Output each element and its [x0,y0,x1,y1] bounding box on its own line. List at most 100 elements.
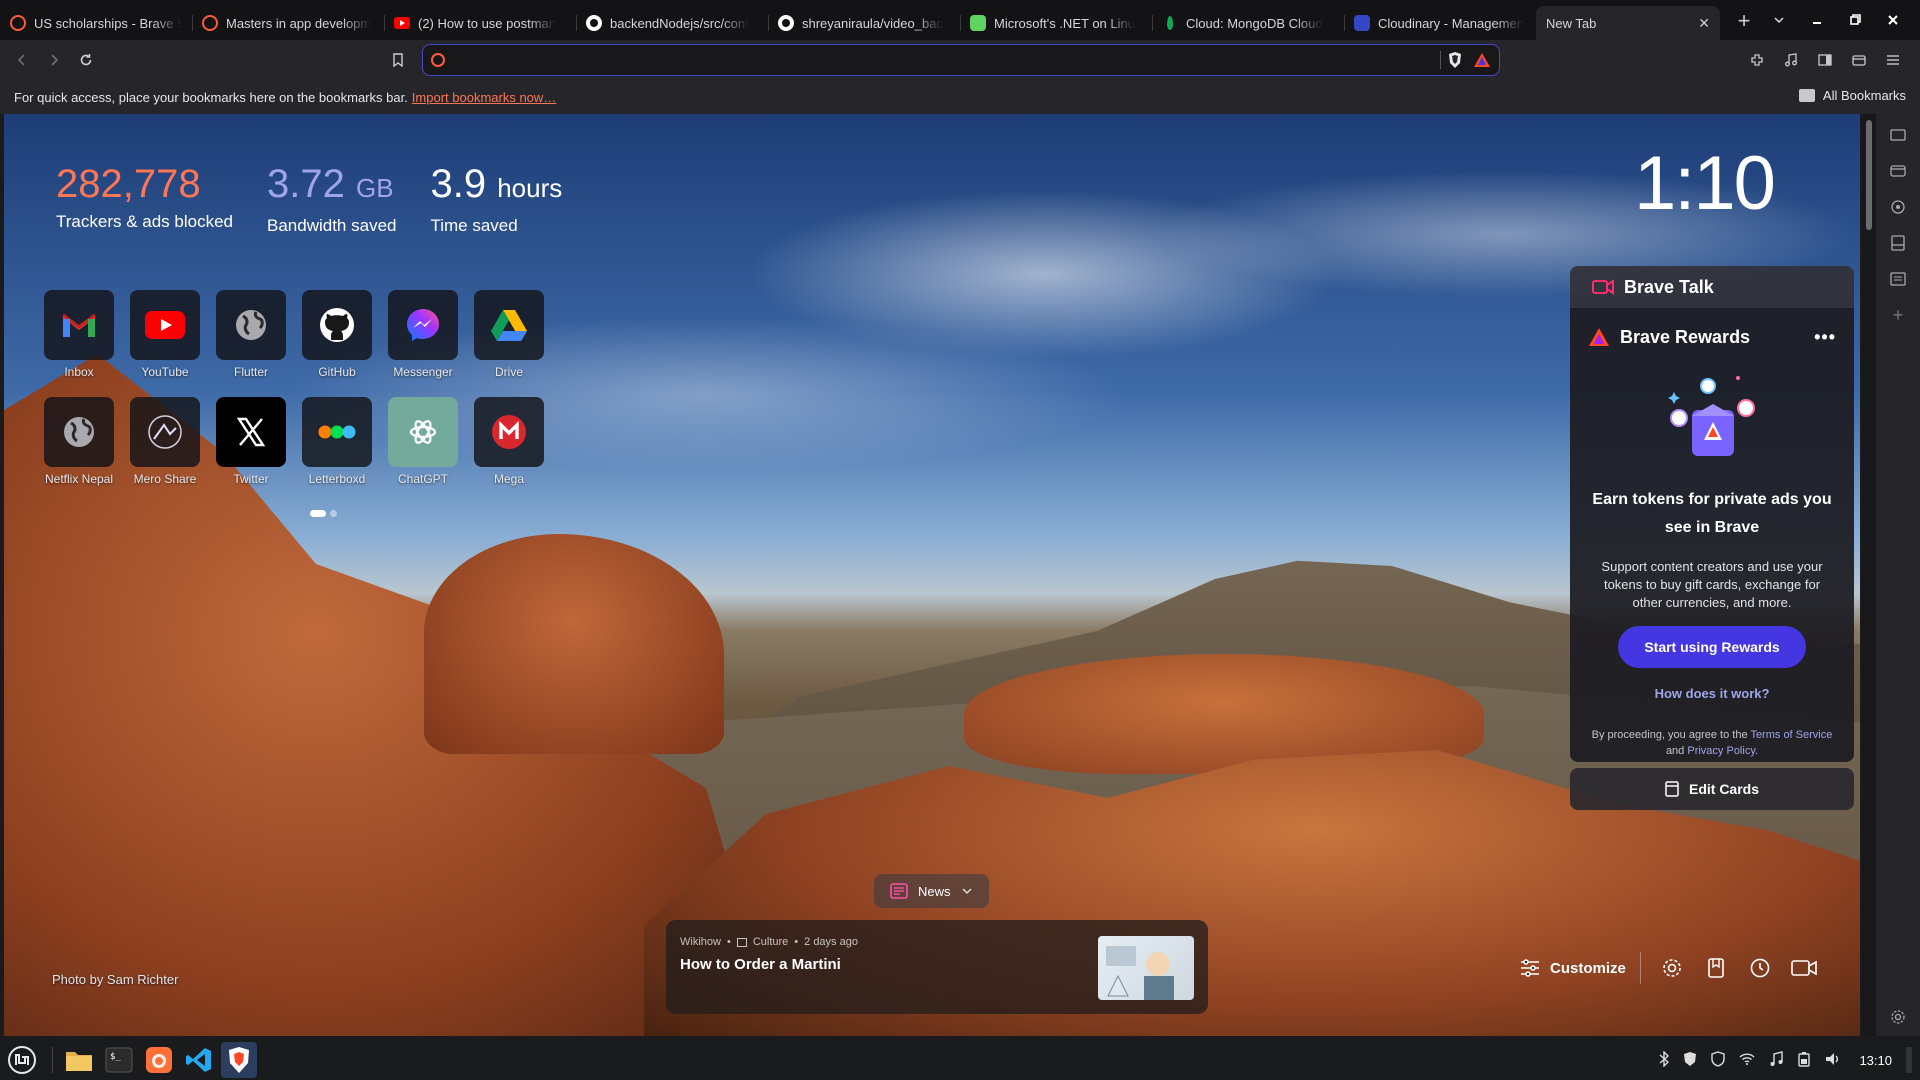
brave-search-icon [10,15,26,31]
top-site-mero-share[interactable]: Mero Share [130,397,200,486]
brave-talk-sidebar-icon[interactable] [1885,122,1911,148]
show-desktop-button[interactable] [1906,1047,1912,1073]
menu-icon[interactable] [1878,44,1908,76]
close-window-button[interactable] [1876,3,1910,37]
history-icon[interactable] [1747,955,1773,981]
photo-credit[interactable]: Photo by Sam Richter [52,972,178,987]
bookmark-page-button[interactable] [384,46,412,74]
battery-icon[interactable] [1797,1051,1811,1070]
import-bookmarks-link[interactable]: Import bookmarks now… [412,90,557,105]
time-unit: hours [497,173,563,203]
bluetooth-icon[interactable] [1659,1049,1670,1070]
firefox-icon[interactable] [141,1042,177,1078]
system-clock[interactable]: 13:10 [1859,1053,1892,1068]
top-site-chatgpt[interactable]: ChatGPT [388,397,458,486]
sidebar-toggle-icon[interactable] [1810,44,1840,76]
address-input[interactable] [445,52,1434,68]
time-label: Time saved [430,216,518,235]
os-taskbar: $_ 13:10 [0,1040,1920,1080]
tab-6[interactable]: Microsoft's .NET on Linu [960,6,1152,40]
files-icon[interactable] [61,1042,97,1078]
brave-talk-card[interactable]: Brave Talk [1570,266,1854,308]
brave-shields-icon[interactable] [1447,51,1463,69]
tab-list: US scholarships - Brave S Masters in app… [0,0,1720,40]
sidebar-settings-icon[interactable] [1885,1004,1911,1030]
bookmarks-sidebar-icon[interactable] [1885,230,1911,256]
top-site-flutter[interactable]: Flutter [216,290,286,379]
top-site-netflix-nepal[interactable]: Netflix Nepal [44,397,114,486]
brave-icon[interactable] [221,1042,257,1078]
all-bookmarks-button[interactable]: All Bookmarks [1798,88,1906,103]
terms-link[interactable]: Terms of Service [1750,729,1832,741]
vscode-icon[interactable] [181,1042,217,1078]
how-it-works-link[interactable]: How does it work? [1588,686,1836,701]
forward-button[interactable] [40,46,68,74]
tab-5[interactable]: shreyaniraula/video_bac [768,6,960,40]
wallet-icon[interactable] [1844,44,1874,76]
speaker-icon[interactable] [1825,1052,1841,1069]
news-label: News [918,883,951,899]
shield-icon[interactable] [1711,1050,1726,1070]
tab-7[interactable]: Cloud: MongoDB Cloud [1152,6,1344,40]
page-scrollbar[interactable] [1862,114,1876,1036]
reload-button[interactable] [72,46,100,74]
restore-button[interactable] [1838,3,1872,37]
x-icon [236,417,266,447]
top-site-drive[interactable]: Drive [474,290,544,379]
mint-menu-icon[interactable] [4,1042,40,1078]
close-icon[interactable]: ✕ [1698,15,1710,32]
top-site-inbox[interactable]: Inbox [44,290,114,379]
news-article-card[interactable]: Wikihow • Culture • 2 days ago How to Or… [666,920,1208,1014]
add-sidebar-item-icon[interactable]: + [1885,302,1911,328]
customize-button[interactable]: Customize [1520,952,1641,984]
top-site-name: Mega [493,472,525,486]
top-site-mega[interactable]: Mega [474,397,544,486]
terminal-icon[interactable]: $_ [101,1042,137,1078]
top-site-youtube[interactable]: YouTube [130,290,200,379]
folder-icon [1798,89,1815,102]
tab-4[interactable]: backendNodejs/src/cont [576,6,768,40]
more-options-icon[interactable]: ••• [1814,327,1836,348]
customize-label: Customize [1550,959,1626,977]
gmail-icon [62,313,96,337]
top-site-github[interactable]: GitHub [302,290,372,379]
leo-sidebar-icon[interactable] [1885,194,1911,220]
tab-1[interactable]: US scholarships - Brave S [0,6,192,40]
music-note-icon[interactable] [1769,1050,1784,1070]
tab-8[interactable]: Cloudinary - Managemen [1344,6,1536,40]
top-site-name: Netflix Nepal [44,472,114,486]
extensions-icon[interactable] [1742,44,1772,76]
top-site-name: ChatGPT [397,472,448,486]
brave-vpn-icon[interactable] [1683,1051,1697,1070]
page-dot[interactable] [330,510,337,517]
settings-gear-icon[interactable] [1659,955,1685,981]
back-button[interactable] [8,46,36,74]
start-rewards-button[interactable]: Start using Rewards [1618,626,1806,668]
new-tab-button[interactable]: + [1728,5,1760,37]
video-camera-icon[interactable] [1791,955,1817,981]
wallet-sidebar-icon[interactable] [1885,158,1911,184]
top-site-letterboxd[interactable]: Letterboxd [302,397,372,486]
page-dot-active[interactable] [310,510,326,517]
tab-title: US scholarships - Brave S [34,15,182,31]
brave-rewards-icon[interactable] [1473,52,1491,68]
tab-new-tab[interactable]: New Tab ✕ [1536,6,1720,40]
tab-search-chevron-icon[interactable] [1762,3,1796,37]
stat-time: 3.9 hours Time saved [430,160,562,236]
tab-3[interactable]: (2) How to use postman [384,6,576,40]
wifi-icon[interactable] [1739,1052,1755,1068]
top-site-twitter[interactable]: Twitter [216,397,286,486]
news-toggle[interactable]: News [874,874,989,908]
top-site-messenger[interactable]: Messenger [388,290,458,379]
minimize-button[interactable] [1800,3,1834,37]
privacy-link[interactable]: Privacy Policy. [1687,745,1758,757]
scrollbar-thumb[interactable] [1866,120,1872,230]
video-camera-icon [1592,279,1614,295]
reading-list-sidebar-icon[interactable] [1885,266,1911,292]
youtube-icon [394,17,410,29]
bookmarks-icon[interactable] [1703,955,1729,981]
address-bar[interactable] [422,44,1500,76]
edit-cards-button[interactable]: Edit Cards [1570,768,1854,810]
media-icon[interactable] [1776,44,1806,76]
tab-2[interactable]: Masters in app developm [192,6,384,40]
